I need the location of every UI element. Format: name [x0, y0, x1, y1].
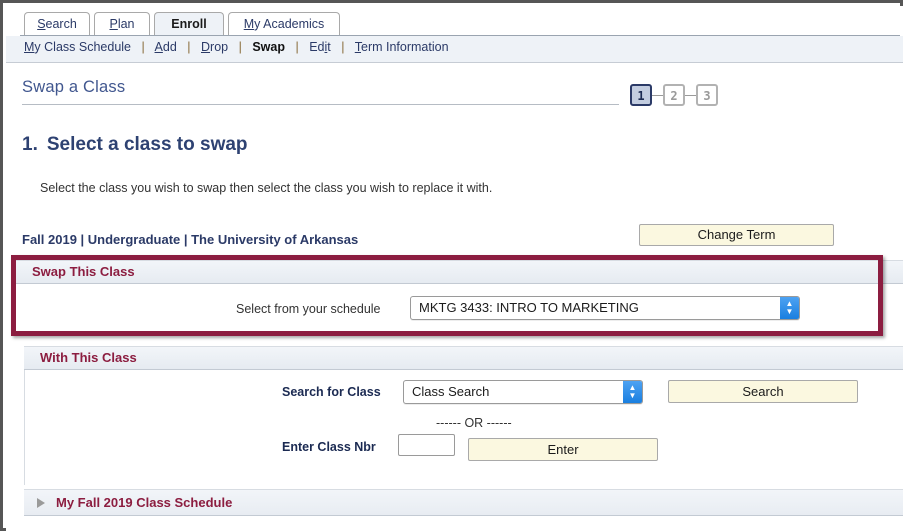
step-heading-text: Select a class to swap — [46, 134, 248, 155]
change-term-button[interactable]: Change Term — [639, 224, 834, 246]
class-nbr-input[interactable] — [398, 434, 455, 456]
enter-button[interactable]: Enter — [468, 438, 658, 461]
subnav-drop-rest: rop — [210, 40, 229, 54]
subnav-edit-post: t — [327, 40, 331, 54]
subnav-item-add[interactable]: Add — [155, 40, 177, 54]
tab-search-accel: S — [37, 17, 46, 31]
expand-triangle-icon[interactable] — [37, 498, 45, 508]
subnav-my-class-schedule-rest: y Class Schedule — [34, 40, 131, 54]
tab-search-label-rest: earch — [45, 17, 77, 31]
page-title: Swap a Class — [22, 78, 126, 96]
with-this-class-section-header: With This Class — [24, 346, 903, 370]
sub-navigation-bar: My Class Schedule | Add | Drop | Swap | … — [6, 36, 903, 63]
tab-plan-label-rest: lan — [117, 17, 135, 31]
page-bottom-strip — [24, 516, 903, 531]
sub-navigation-links: My Class Schedule | Add | Drop | Swap | … — [24, 40, 449, 54]
subnav-separator-4: | — [295, 40, 299, 54]
step-heading: 1. Select a class to swap — [22, 134, 248, 156]
my-class-schedule-label: My Fall 2019 Class Schedule — [56, 495, 233, 510]
tab-enroll[interactable]: Enroll — [154, 12, 224, 36]
page-content: Search Plan Enroll My Academics My Class… — [6, 6, 903, 531]
step-heading-number: 1. — [22, 134, 38, 155]
tab-plan[interactable]: Plan — [94, 12, 150, 36]
main-tab-strip: Search Plan Enroll My Academics — [6, 6, 903, 36]
chevron-down-icon: ▼ — [785, 307, 794, 316]
subnav-drop-accel: D — [201, 40, 211, 54]
subnav-separator-1: | — [141, 40, 145, 54]
subnav-separator-3: | — [238, 40, 242, 54]
my-class-schedule-collapsible[interactable]: My Fall 2019 Class Schedule — [24, 489, 903, 516]
subnav-term-information-rest: erm Information — [361, 40, 449, 54]
search-for-class-select-value: Class Search — [412, 384, 490, 399]
subnav-item-swap[interactable]: Swap — [252, 40, 285, 54]
tab-my-academics[interactable]: My Academics — [228, 12, 340, 36]
subnav-separator-2: | — [187, 40, 191, 54]
step-indicator-2[interactable]: 2 — [663, 84, 685, 106]
term-context-line: Fall 2019 | Undergraduate | The Universi… — [22, 232, 359, 247]
subnav-item-my-class-schedule[interactable]: My Class Schedule — [24, 40, 131, 54]
subnav-separator-5: | — [341, 40, 345, 54]
swap-class-select[interactable]: MKTG 3433: INTRO TO MARKETING ▲ ▼ — [410, 296, 800, 320]
step-connector-1 — [652, 95, 663, 96]
step-indicator-3[interactable]: 3 — [696, 84, 718, 106]
subnav-my-class-schedule-accel: M — [24, 40, 35, 54]
page-title-rule — [22, 104, 619, 105]
search-for-class-select[interactable]: Class Search ▲ ▼ — [403, 380, 643, 404]
subnav-add-rest: dd — [162, 40, 177, 54]
step-indicator-1[interactable]: 1 — [630, 84, 652, 106]
step-instruction-text: Select the class you wish to swap then s… — [40, 181, 493, 195]
subnav-item-drop[interactable]: Drop — [201, 40, 228, 54]
swap-select-label: Select from your schedule — [236, 302, 381, 316]
search-for-class-select-stepper[interactable]: ▲ ▼ — [623, 381, 642, 403]
subnav-item-term-information[interactable]: Term Information — [355, 40, 449, 54]
swap-section-body-right-filler — [883, 284, 903, 331]
enter-class-nbr-label: Enter Class Nbr — [282, 440, 376, 454]
subnav-add-accel: A — [154, 40, 163, 54]
search-button[interactable]: Search — [668, 380, 858, 403]
step-connector-2 — [685, 95, 696, 96]
tab-plan-accel: P — [109, 17, 118, 31]
subnav-item-edit[interactable]: Edit — [309, 40, 331, 54]
swap-section-header: Swap This Class — [16, 260, 878, 284]
tab-search[interactable]: Search — [24, 12, 90, 36]
subnav-edit-pre: Ed — [309, 40, 325, 54]
swap-section-header-right-filler — [883, 260, 903, 284]
swap-class-select-stepper[interactable]: ▲ ▼ — [780, 297, 799, 319]
chevron-down-icon: ▼ — [628, 391, 637, 400]
browser-window: Search Plan Enroll My Academics My Class… — [0, 0, 903, 531]
tab-my-academics-label-rest: y Academics — [254, 17, 325, 31]
search-for-class-label: Search for Class — [282, 385, 381, 399]
tab-enroll-label: Enroll — [171, 17, 207, 31]
or-divider-text: ------ OR ------ — [436, 416, 512, 430]
tab-my-academics-accel: M — [243, 17, 255, 31]
swap-class-select-value: MKTG 3433: INTRO TO MARKETING — [419, 300, 639, 315]
